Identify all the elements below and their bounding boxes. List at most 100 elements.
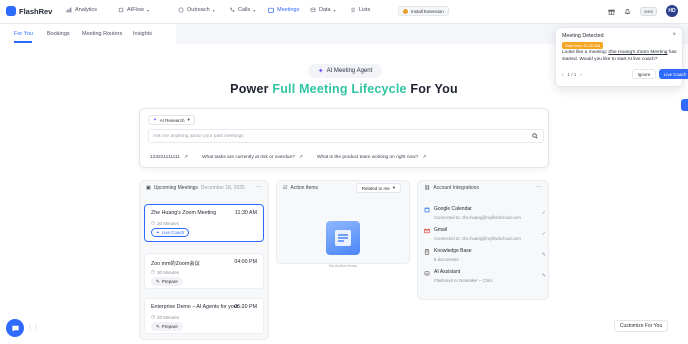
plan-badge: WEB (639, 6, 657, 16)
drag-handle-icon[interactable]: ⋮⋮ (27, 324, 39, 331)
check-icon: ✓ (541, 231, 546, 237)
calendar-icon: ▣ (146, 185, 151, 191)
arrow-up-right-icon: ↗ (422, 154, 427, 160)
ai-research-dropdown[interactable]: ✦ AI Research ▾ (148, 115, 195, 125)
account-integrations-card: ⛓ Account Integrations ··· Google Calend… (417, 180, 549, 300)
ai-research-label: AI Research (159, 117, 185, 123)
live-coach-button[interactable]: Live Coach (659, 69, 688, 79)
meeting-duration: ◷ 30 Minutes (151, 269, 179, 275)
meeting-item[interactable]: Enterprise Demo – AI Agents for your ...… (144, 298, 264, 334)
prepare-button[interactable]: ✎ Prepare (151, 277, 183, 286)
google-calendar-icon (424, 207, 430, 213)
integration-subtitle: Connected to: zhe.huang@myflashcloud.com (434, 215, 521, 220)
nav-calls-label: Calls (238, 7, 251, 13)
nav-meetings[interactable]: Meetings (268, 7, 299, 13)
ai-meeting-agent-pill: ✦ AI Meeting Agent (308, 64, 382, 78)
close-icon[interactable]: × (672, 32, 676, 38)
upcoming-meetings-card: ▣ Upcoming Meetings December 18, 2025 ··… (139, 180, 269, 340)
meeting-detected-notification: Meeting Detected × Start from 11:30 AM L… (555, 27, 688, 87)
nav-lists[interactable]: Lists (350, 7, 370, 13)
suggestion-item[interactable]: 123221111111 ↗ (150, 154, 188, 160)
suggestion-text: What tasks are currently at risk or over… (202, 154, 295, 160)
meeting-item[interactable]: Zhe Huang's Zoom Meeting 11:30 AM ◷ 30 Mi… (144, 204, 264, 242)
search-card: ✦ AI Research ▾ 123221111111↗ What tasks… (139, 108, 549, 168)
hero-title-before: Power (230, 82, 269, 96)
more-icon[interactable]: ··· (536, 184, 542, 190)
empty-document-icon (326, 221, 360, 255)
analytics-icon (66, 7, 72, 13)
tab-for-you[interactable]: For You (14, 31, 33, 37)
tab-insights[interactable]: Insights (133, 31, 152, 37)
meeting-title: Zhe Huang's Zoom Meeting (151, 210, 217, 216)
chat-icon (11, 325, 19, 332)
tab-bookings[interactable]: Bookings (47, 31, 70, 37)
meeting-duration: ◷ 30 Minutes (151, 220, 179, 226)
upcoming-meetings-title: Upcoming Meetings (153, 185, 198, 191)
link-icon: ⛓ (424, 185, 431, 191)
check-icon: ✓ (541, 210, 546, 216)
side-panel-tab[interactable] (681, 99, 688, 111)
nav-aiflow[interactable]: AIFlow ▾ (118, 7, 149, 13)
lists-icon (350, 7, 356, 13)
ai-assistant-icon (424, 270, 430, 276)
search-input[interactable] (148, 129, 544, 143)
ignore-button[interactable]: Ignore (632, 69, 656, 79)
customize-for-you-button[interactable]: Customize For You (614, 320, 668, 332)
prepare-label: Prepare (161, 279, 178, 284)
logo[interactable]: FlashRev (6, 6, 52, 16)
hero-title-after: For You (410, 82, 458, 96)
nav-meetings-label: Meetings (277, 7, 300, 13)
prepare-button[interactable]: ✎ Prepare (151, 322, 183, 331)
chevron-right-icon[interactable]: › (580, 72, 582, 77)
tab-meeting-routers[interactable]: Meeting Routers (82, 31, 122, 37)
nav-analytics[interactable]: Analytics (66, 7, 97, 13)
integration-subtitle: Flashrevd AI Notetaker – Chris (434, 278, 493, 283)
notification-title: Meeting Detected (562, 33, 604, 39)
clock-icon: ◷ (151, 269, 155, 274)
live-coach-label: Live Coach (161, 230, 185, 235)
search-icon[interactable] (532, 133, 538, 139)
knowledge-base-icon (424, 249, 430, 255)
notification-message-prefix: Looks like a meeting: (562, 50, 608, 55)
integration-name: Gmail (434, 227, 448, 233)
chat-button[interactable] (6, 319, 24, 337)
bell-icon[interactable] (624, 8, 631, 15)
nav-data[interactable]: Data ▾ (310, 7, 336, 13)
meeting-item[interactable]: Zoo mm的Zoom会议 04:00 PM ◷ 30 Minutes ✎ Prep… (144, 253, 264, 289)
meeting-duration-text: 20 Minutes (156, 314, 179, 320)
edit-icon[interactable]: ✎ (542, 252, 546, 258)
chevron-down-icon: ▾ (212, 7, 215, 13)
nav-analytics-label: Analytics (75, 7, 98, 13)
suggestion-item[interactable]: What tasks are currently at risk or over… (202, 154, 303, 160)
integration-item: Gmail Connected to: zhe.huang@myflashclo… (424, 225, 546, 245)
clock-icon: ◷ (151, 220, 155, 225)
integration-subtitle: Connected to: zhe.huang@myflashcloud.com (434, 236, 521, 241)
meeting-time: 04:00 PM (234, 259, 257, 265)
nav-outreach[interactable]: Outreach ▾ (178, 7, 215, 13)
integration-name: Google Calendar (434, 206, 472, 212)
meetings-icon (268, 7, 274, 13)
edit-icon[interactable]: ✎ (542, 273, 546, 279)
chevron-down-icon: ▾ (146, 7, 149, 13)
more-icon[interactable]: ··· (256, 184, 262, 190)
gmail-icon (424, 228, 430, 234)
suggestion-item[interactable]: What is the product team working on righ… (317, 154, 427, 160)
account-integrations-title: Account Integrations (433, 185, 479, 191)
notification-meeting-link[interactable]: Zhe Huang's Zoom Meeting (608, 50, 667, 55)
suggestion-text: What is the product team working on righ… (317, 154, 419, 160)
gift-icon[interactable] (608, 8, 615, 15)
install-extension-button[interactable]: Install Extension (398, 6, 449, 16)
notification-pager: ‹ 1 / 1 › (562, 72, 582, 77)
chevron-left-icon[interactable]: ‹ (562, 72, 564, 77)
pager-text: 1 / 1 (567, 72, 577, 77)
nav-calls[interactable]: Calls ▾ (229, 7, 255, 13)
active-tab-indicator (14, 41, 32, 43)
sparkle-icon: ✦ (317, 68, 324, 75)
live-coach-button[interactable]: ✦ Live Coach (151, 228, 190, 237)
ai-meeting-agent-label: AI Meeting Agent (326, 68, 373, 74)
integration-item: Knowledge Base 5 documents ✎ (424, 246, 546, 266)
upcoming-meetings-date: December 18, 2025 (200, 185, 245, 191)
avatar[interactable]: HD (666, 5, 678, 17)
chevron-down-icon: ▾ (333, 7, 336, 13)
nav-lists-label: Lists (359, 7, 371, 13)
